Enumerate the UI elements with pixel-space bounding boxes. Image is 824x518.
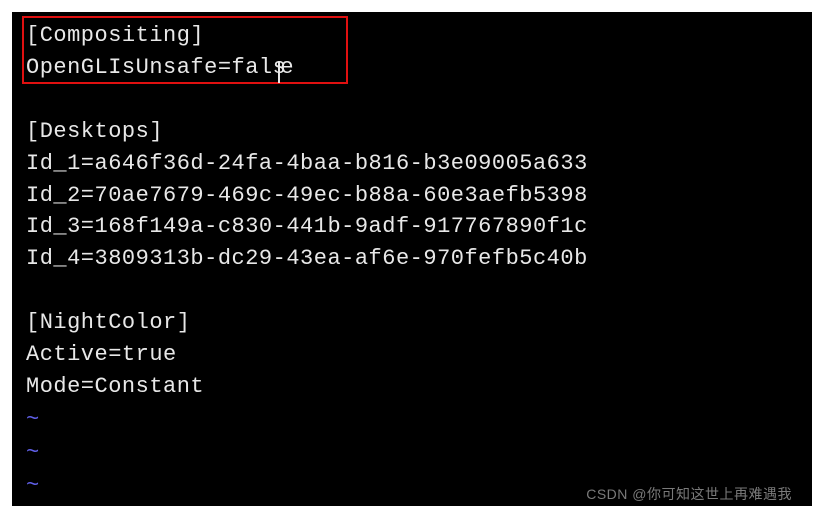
config-section-header: [Desktops]: [26, 116, 798, 148]
config-section-header: [NightColor]: [26, 307, 798, 339]
config-line: Id_3=168f149a-c830-441b-9adf-917767890f1…: [26, 211, 798, 243]
watermark-text: CSDN @你可知这世上再难遇我: [586, 484, 792, 504]
config-line: Mode=Constant: [26, 371, 798, 403]
config-line: Id_2=70ae7679-469c-49ec-b88a-60e3aefb539…: [26, 180, 798, 212]
blank-line: [26, 84, 798, 116]
config-section-header: [Compositing]: [26, 20, 798, 52]
vim-tilde: ~: [26, 436, 798, 469]
text-cursor: [278, 61, 280, 83]
text-pre-cursor: OpenGLIsUnsafe=fals: [26, 55, 286, 80]
config-line: Active=true: [26, 339, 798, 371]
terminal-editor[interactable]: [Compositing] OpenGLIsUnsafe=false [Desk…: [12, 12, 812, 506]
config-line: Id_1=a646f36d-24fa-4baa-b816-b3e09005a63…: [26, 148, 798, 180]
config-line: OpenGLIsUnsafe=false: [26, 52, 798, 84]
text-post-cursor: e: [280, 55, 294, 80]
vim-tilde: ~: [26, 403, 798, 436]
blank-line: [26, 275, 798, 307]
config-line: Id_4=3809313b-dc29-43ea-af6e-970fefb5c40…: [26, 243, 798, 275]
